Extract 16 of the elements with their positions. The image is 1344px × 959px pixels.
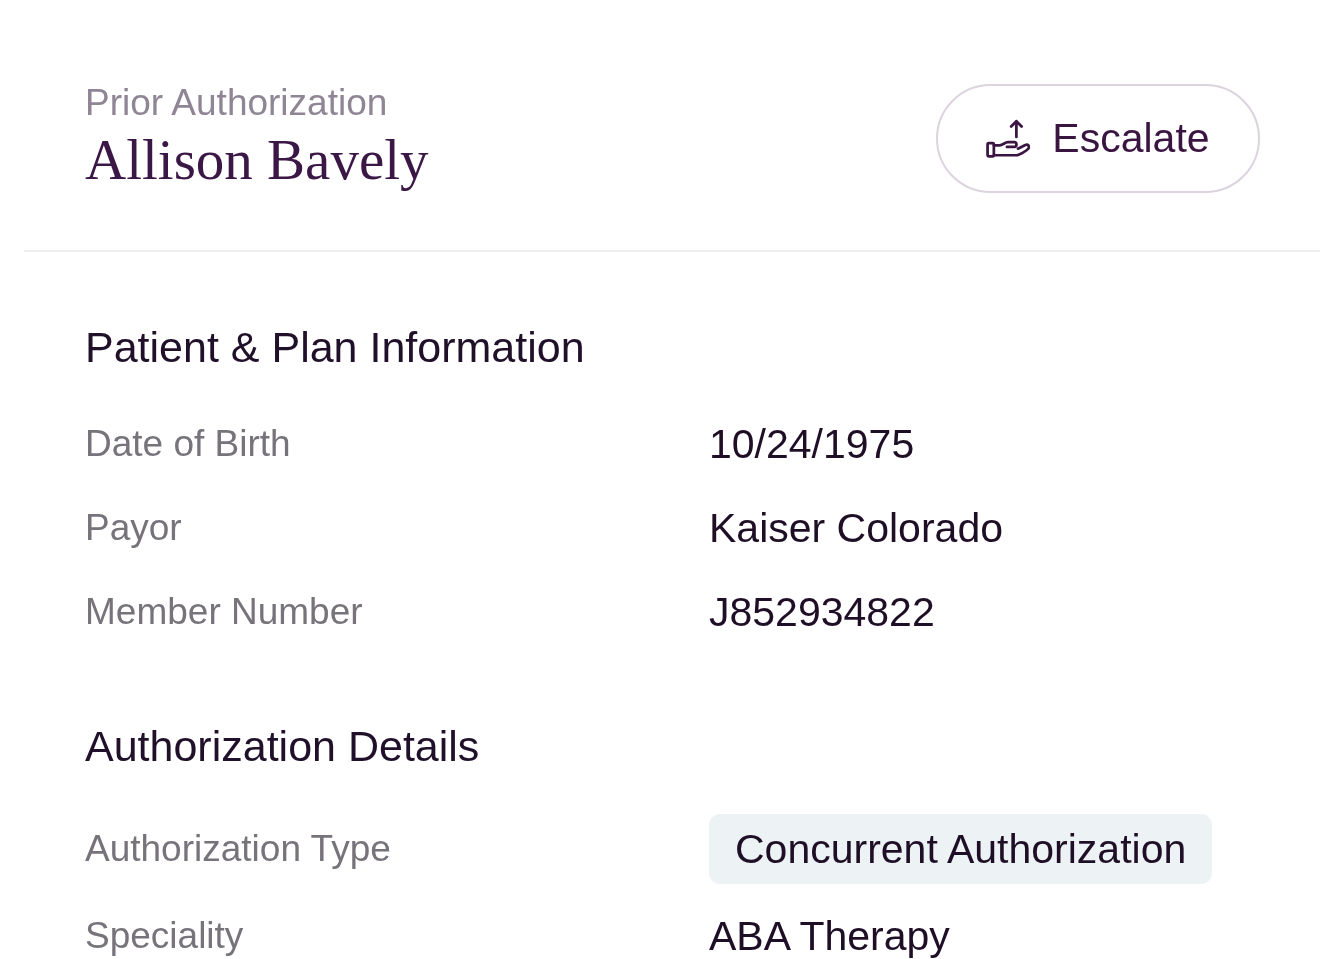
field-label: Date of Birth	[85, 422, 292, 466]
field-label: Speciality	[85, 914, 245, 958]
section-heading: Patient & Plan Information	[85, 323, 586, 371]
field-label: Authorization Type	[85, 827, 392, 871]
field-value: J852934822	[709, 590, 935, 634]
field-label: Payor	[85, 506, 183, 550]
field-value: ABA Therapy	[709, 914, 950, 958]
field-value: 10/24/1975	[709, 422, 915, 466]
escalate-button[interactable]: Escalate	[936, 83, 1260, 193]
patient-name: Allison Bavely	[85, 127, 429, 193]
hand-arrow-icon	[986, 118, 1031, 158]
field-value: Kaiser Colorado	[709, 506, 1003, 550]
page-subtitle: Prior Authorization	[85, 83, 388, 123]
field-label: Member Number	[85, 590, 364, 634]
section-heading: Authorization Details	[85, 722, 481, 770]
value-tag: Concurrent Authorization	[709, 814, 1213, 884]
